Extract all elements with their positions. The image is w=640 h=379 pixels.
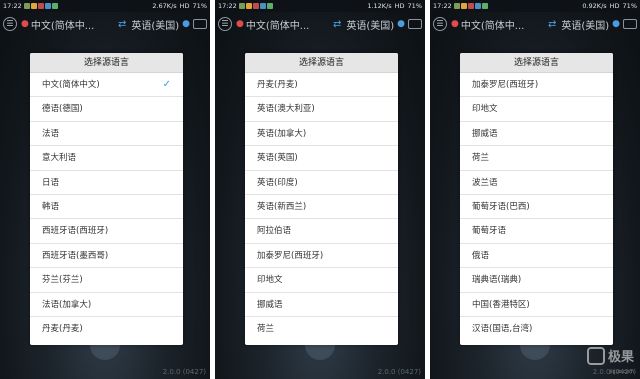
language-option[interactable]: 俄语 xyxy=(460,244,613,269)
language-option[interactable]: 加泰罗尼(西班牙) xyxy=(245,244,398,269)
status-time: 17:22 xyxy=(218,2,237,10)
language-option[interactable]: 意大利语 xyxy=(30,146,183,171)
status-bar: 17:22 1.12K/s HD 71% xyxy=(215,0,425,12)
mic-icon[interactable]: ● xyxy=(612,19,620,29)
translator-toolbar: ☰ ● 中文(简体中... ⇄ 英语(美国) ● xyxy=(0,12,210,36)
menu-icon[interactable]: ☰ xyxy=(433,17,447,31)
swap-icon[interactable]: ⇄ xyxy=(333,19,341,30)
target-language-selector[interactable]: 英语(美国) xyxy=(131,17,179,32)
check-icon: ✓ xyxy=(162,79,171,90)
status-bar: 17:22 0.92K/s HD 71% xyxy=(430,0,640,12)
language-option[interactable]: 韩语 xyxy=(30,195,183,220)
language-option[interactable]: 葡萄牙语 xyxy=(460,219,613,244)
phone-screen-2: 17:22 1.12K/s HD 71% ☰ ● 中文(简体中... ⇄ 英语(… xyxy=(215,0,425,379)
language-option[interactable]: 芬兰(芬兰) xyxy=(30,268,183,293)
language-option[interactable]: 丹麦(丹麦) xyxy=(30,317,183,341)
language-option[interactable]: 英语(英国) xyxy=(245,146,398,171)
language-option[interactable]: 荷兰 xyxy=(245,317,398,341)
language-option[interactable]: 英语(印度) xyxy=(245,171,398,195)
mic-icon[interactable]: ● xyxy=(397,19,405,29)
language-option[interactable]: 葡萄牙语(巴西) xyxy=(460,195,613,220)
phone-screen-1: 17:22 2.67K/s HD 71% ☰ ● 中文(简体中... ⇄ 英语(… xyxy=(0,0,210,379)
app-version: 2.0.0 (0427) xyxy=(162,368,206,376)
app-version: 2.0.0 (0427) xyxy=(377,368,421,376)
mic-icon[interactable]: ● xyxy=(21,19,29,29)
brand-watermark: 极果 xyxy=(586,346,634,365)
screenshot-stage: 17:22 2.67K/s HD 71% ☰ ● 中文(简体中... ⇄ 英语(… xyxy=(0,0,640,379)
mic-icon[interactable]: ● xyxy=(236,19,244,29)
notification-icons xyxy=(238,3,273,9)
status-time: 17:22 xyxy=(433,2,452,10)
language-picker-dialog: 选择源语言 丹麦(丹麦) 英语(澳大利亚) 英语(加拿大) 英语(英国) 英语(… xyxy=(245,53,398,345)
menu-icon[interactable]: ☰ xyxy=(218,17,232,31)
language-option[interactable]: 波兰语 xyxy=(460,171,613,195)
language-picker-dialog: 选择源语言 中文(简体中文) ✓ 德语(德国) 法语 意大利语 日语 韩语 西班牙… xyxy=(30,53,183,345)
mic-icon[interactable]: ● xyxy=(451,19,459,29)
signal-label: HD xyxy=(609,2,620,10)
dialog-title: 选择源语言 xyxy=(460,53,613,73)
source-language-selector[interactable]: 中文(简体中... xyxy=(246,17,328,32)
language-option[interactable]: 法语(加拿大) xyxy=(30,293,183,317)
language-option[interactable]: 瑞典语(瑞典) xyxy=(460,268,613,293)
language-option[interactable]: 英语(新西兰) xyxy=(245,195,398,220)
target-language-selector[interactable]: 英语(美国) xyxy=(346,17,394,32)
notification-icons xyxy=(453,3,488,9)
keyboard-icon[interactable] xyxy=(193,19,207,29)
language-option[interactable]: 挪威语 xyxy=(460,122,613,147)
signal-label: HD xyxy=(179,2,190,10)
language-option[interactable]: 荷兰 xyxy=(460,146,613,171)
net-speed: 0.92K/s xyxy=(582,2,607,10)
net-speed: 2.67K/s xyxy=(152,2,177,10)
translator-toolbar: ☰ ● 中文(简体中... ⇄ 英语(美国) ● xyxy=(215,12,425,36)
source-language-selector[interactable]: 中文(简体中... xyxy=(31,17,113,32)
swap-icon[interactable]: ⇄ xyxy=(118,19,126,30)
language-option[interactable]: 汉语(国语,台湾) xyxy=(460,317,613,341)
language-picker-dialog: 选择源语言 加泰罗尼(西班牙) 印地文 挪威语 荷兰 波兰语 葡萄牙语(巴西) … xyxy=(460,53,613,345)
menu-icon[interactable]: ☰ xyxy=(3,17,17,31)
notification-icons xyxy=(23,3,58,9)
language-option[interactable]: 中国(香港特区) xyxy=(460,293,613,317)
language-option[interactable]: 法语 xyxy=(30,122,183,147)
battery-level: 71% xyxy=(622,2,637,10)
language-option[interactable]: 丹麦(丹麦) xyxy=(245,73,398,98)
dialog-title: 选择源语言 xyxy=(245,53,398,73)
language-option[interactable]: 加泰罗尼(西班牙) xyxy=(460,73,613,98)
brand-logo-icon xyxy=(586,346,605,365)
language-option[interactable]: 西班牙语(西班牙) xyxy=(30,219,183,244)
language-option[interactable]: 日语 xyxy=(30,171,183,195)
language-option[interactable]: 印地文 xyxy=(245,268,398,293)
language-option[interactable]: 德语(德国) xyxy=(30,97,183,122)
battery-level: 71% xyxy=(407,2,422,10)
status-time: 17:22 xyxy=(3,2,22,10)
keyboard-icon[interactable] xyxy=(623,19,637,29)
language-option[interactable]: 中文(简体中文) ✓ xyxy=(30,73,183,98)
battery-level: 71% xyxy=(192,2,207,10)
dialog-title: 选择源语言 xyxy=(30,53,183,73)
language-option[interactable]: 阿拉伯语 xyxy=(245,219,398,244)
signal-label: HD xyxy=(394,2,405,10)
target-language-selector[interactable]: 英语(美国) xyxy=(561,17,609,32)
app-version: 2.0.0 (0427) xyxy=(592,368,636,376)
language-option[interactable]: 英语(加拿大) xyxy=(245,122,398,147)
keyboard-icon[interactable] xyxy=(408,19,422,29)
swap-icon[interactable]: ⇄ xyxy=(548,19,556,30)
language-option[interactable]: 印地文 xyxy=(460,97,613,122)
language-option[interactable]: 挪威语 xyxy=(245,293,398,317)
mic-icon[interactable]: ● xyxy=(182,19,190,29)
language-option[interactable]: 英语(澳大利亚) xyxy=(245,97,398,122)
net-speed: 1.12K/s xyxy=(367,2,392,10)
status-bar: 17:22 2.67K/s HD 71% xyxy=(0,0,210,12)
translator-toolbar: ☰ ● 中文(简体中... ⇄ 英语(美国) ● xyxy=(430,12,640,36)
source-language-selector[interactable]: 中文(简体中... xyxy=(461,17,543,32)
language-option[interactable]: 西班牙语(墨西哥) xyxy=(30,244,183,269)
phone-screen-3: 17:22 0.92K/s HD 71% ☰ ● 中文(简体中... ⇄ 英语(… xyxy=(430,0,640,379)
